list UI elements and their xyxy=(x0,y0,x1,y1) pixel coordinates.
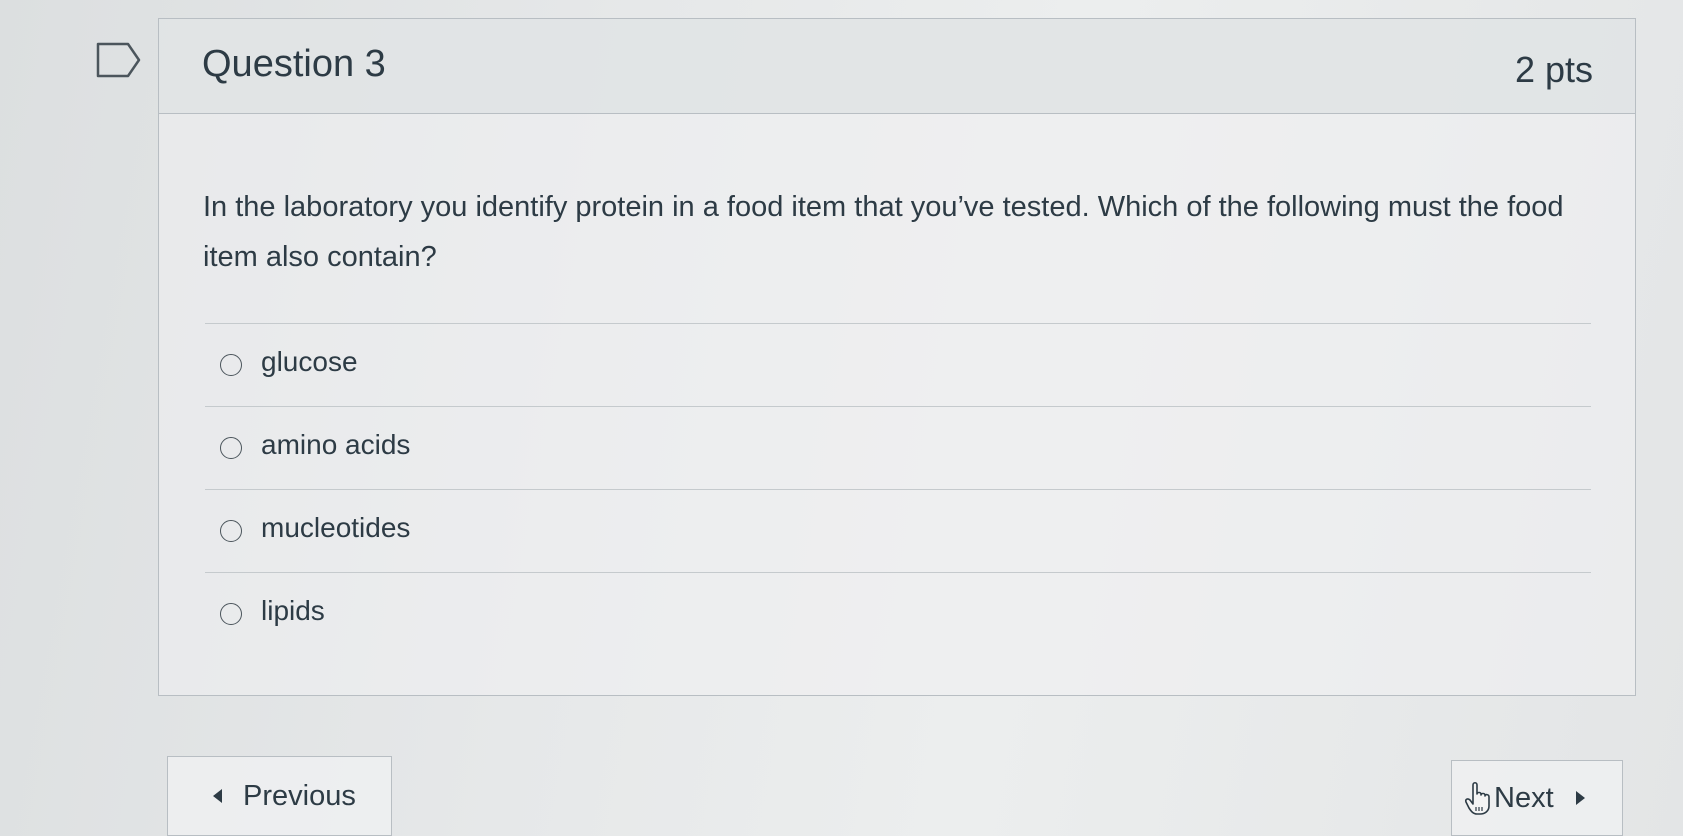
answer-radio[interactable] xyxy=(220,603,242,625)
question-header: Question 3 2 pts xyxy=(159,19,1635,114)
previous-button[interactable]: Previous xyxy=(167,756,392,836)
question-title: Question 3 xyxy=(202,43,386,85)
next-button-label: Next xyxy=(1494,781,1554,814)
answer-list: glucose amino acids mucleotides lipids xyxy=(205,323,1591,663)
answer-option[interactable]: glucose xyxy=(205,323,1591,406)
flag-question-icon[interactable] xyxy=(96,42,142,78)
answer-option[interactable]: lipids xyxy=(205,572,1591,663)
answer-label[interactable]: lipids xyxy=(261,595,325,627)
answer-option[interactable]: mucleotides xyxy=(205,489,1591,572)
answer-label[interactable]: mucleotides xyxy=(261,512,410,544)
answer-label[interactable]: glucose xyxy=(261,346,358,378)
arrow-left-icon xyxy=(213,789,222,803)
answer-label[interactable]: amino acids xyxy=(261,429,410,461)
previous-button-label: Previous xyxy=(243,779,356,812)
arrow-right-icon xyxy=(1575,791,1585,805)
answer-option[interactable]: amino acids xyxy=(205,406,1591,489)
answer-radio[interactable] xyxy=(220,354,242,376)
next-button[interactable]: Next xyxy=(1451,760,1623,836)
answer-radio[interactable] xyxy=(220,520,242,542)
question-text: In the laboratory you identify protein i… xyxy=(203,191,1564,273)
question-points: 2 pts xyxy=(1514,49,1593,90)
hand-cursor-icon xyxy=(1465,781,1490,815)
question-card: Question 3 2 pts In the laboratory you i… xyxy=(158,18,1636,696)
answer-radio[interactable] xyxy=(220,437,242,459)
